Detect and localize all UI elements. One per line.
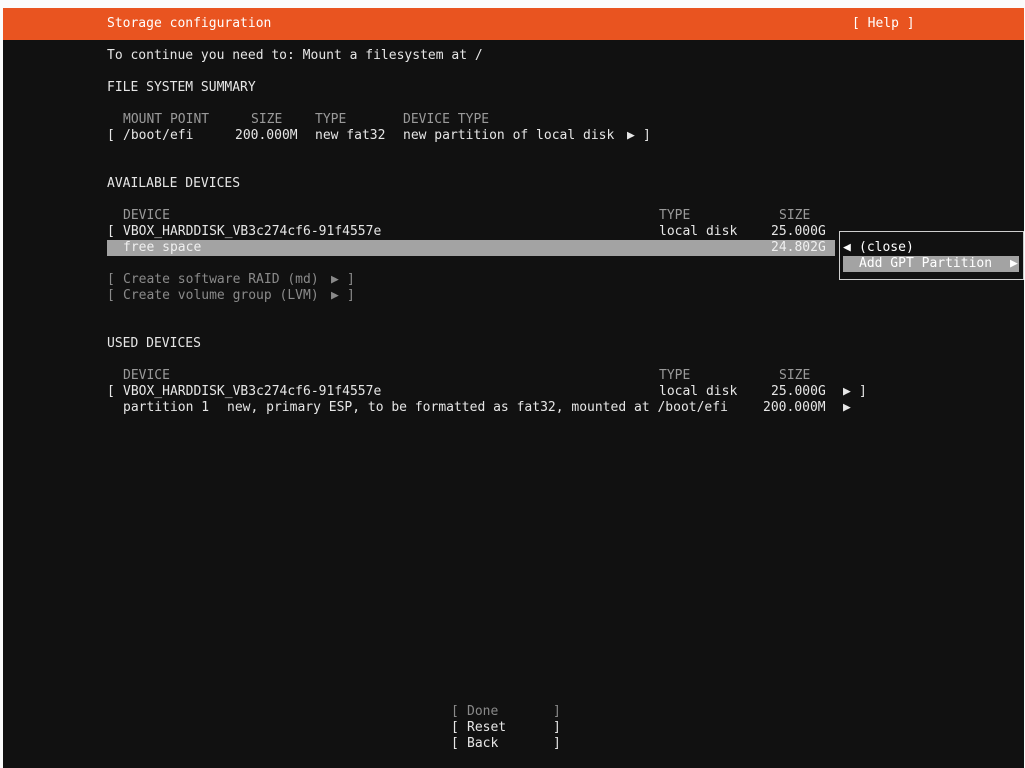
avail-col-size: SIZE bbox=[779, 208, 811, 223]
used-devices-heading: USED DEVICES bbox=[107, 336, 201, 351]
bracket-open: [ bbox=[451, 704, 459, 719]
used-col-size: SIZE bbox=[779, 368, 811, 383]
row-menu-arrow-icon[interactable]: ▶ bbox=[627, 128, 635, 144]
submenu-arrow-icon: ▶ bbox=[1010, 256, 1018, 271]
close-arrow-icon: ◀ bbox=[843, 240, 851, 255]
used-disk-size: 25.000G bbox=[771, 384, 826, 399]
installer-screen: Storage configuration [ Help ] To contin… bbox=[3, 8, 1024, 768]
disk-name: VBOX_HARDDISK_VB3c274cf6-91f4557e bbox=[123, 224, 382, 239]
page-title: Storage configuration bbox=[107, 16, 272, 31]
menu-item-add-gpt-partition[interactable]: Add GPT Partition ▶ bbox=[843, 256, 1019, 272]
available-devices-heading: AVAILABLE DEVICES bbox=[107, 176, 241, 191]
mount-point-value: /boot/efi bbox=[123, 128, 194, 143]
add-gpt-partition-label: Add GPT Partition bbox=[859, 256, 993, 271]
device-type-value: new partition of local disk bbox=[403, 128, 615, 143]
bracket-open: [ bbox=[107, 224, 115, 239]
disk-type: local disk bbox=[659, 224, 738, 239]
bracket-open: [ bbox=[107, 128, 115, 143]
bracket-open: [ bbox=[107, 384, 115, 399]
create-raid-label: Create software RAID (md) bbox=[123, 272, 319, 287]
arrow-icon: ▶ bbox=[331, 272, 339, 287]
free-space-size: 24.802G bbox=[771, 240, 826, 255]
size-value: 200.000M bbox=[235, 128, 298, 143]
partition-menu-arrow-icon[interactable]: ▶ bbox=[843, 400, 851, 416]
bracket-close: ] bbox=[553, 720, 561, 735]
instruction-text: To continue you need to: Mount a filesys… bbox=[107, 48, 483, 63]
disk-menu-arrow-icon[interactable]: ▶ bbox=[843, 384, 851, 400]
col-mount-point: MOUNT POINT bbox=[123, 112, 210, 127]
bracket-close: ] bbox=[643, 128, 651, 143]
bracket-close: ] bbox=[553, 736, 561, 751]
fs-summary-heading: FILE SYSTEM SUMMARY bbox=[107, 80, 256, 95]
done-label: Done bbox=[467, 704, 499, 719]
col-type: TYPE bbox=[315, 112, 347, 127]
create-lvm-label: Create volume group (LVM) bbox=[123, 288, 319, 303]
bracket-open: [ bbox=[107, 288, 115, 303]
bracket-open: [ bbox=[451, 736, 459, 751]
type-value: new fat32 bbox=[315, 128, 386, 143]
used-disk-type: local disk bbox=[659, 384, 738, 399]
avail-col-device: DEVICE bbox=[123, 208, 170, 223]
used-disk-name: VBOX_HARDDISK_VB3c274cf6-91f4557e bbox=[123, 384, 382, 399]
partition-size: 200.000M bbox=[763, 400, 826, 415]
bracket-close: ] bbox=[347, 288, 355, 303]
bracket-open: [ bbox=[107, 272, 115, 287]
disk-size: 25.000G bbox=[771, 224, 826, 239]
avail-col-type: TYPE bbox=[659, 208, 691, 223]
partition-description: new, primary ESP, to be formatted as fat… bbox=[227, 400, 728, 415]
used-col-type: TYPE bbox=[659, 368, 691, 383]
arrow-icon: ▶ bbox=[331, 288, 339, 303]
bracket-open: [ bbox=[451, 720, 459, 735]
used-col-device: DEVICE bbox=[123, 368, 170, 383]
menu-item-close[interactable]: (close) bbox=[859, 240, 914, 256]
header-bar: Storage configuration [ Help ] bbox=[3, 8, 1024, 40]
free-space-row-selected[interactable]: free space 24.802G bbox=[107, 240, 835, 256]
help-button[interactable]: [ Help ] bbox=[852, 16, 915, 32]
free-space-action-menu: ◀ (close) Add GPT Partition ▶ bbox=[839, 231, 1024, 280]
free-space-label: free space bbox=[123, 240, 202, 255]
col-size: SIZE bbox=[251, 112, 283, 127]
partition-name: partition 1 bbox=[123, 400, 210, 415]
bracket-close: ] bbox=[859, 384, 867, 399]
reset-label: Reset bbox=[467, 720, 507, 735]
back-label: Back bbox=[467, 736, 499, 751]
bracket-close: ] bbox=[553, 704, 561, 719]
bracket-close: ] bbox=[347, 272, 355, 287]
col-device-type: DEVICE TYPE bbox=[403, 112, 490, 127]
